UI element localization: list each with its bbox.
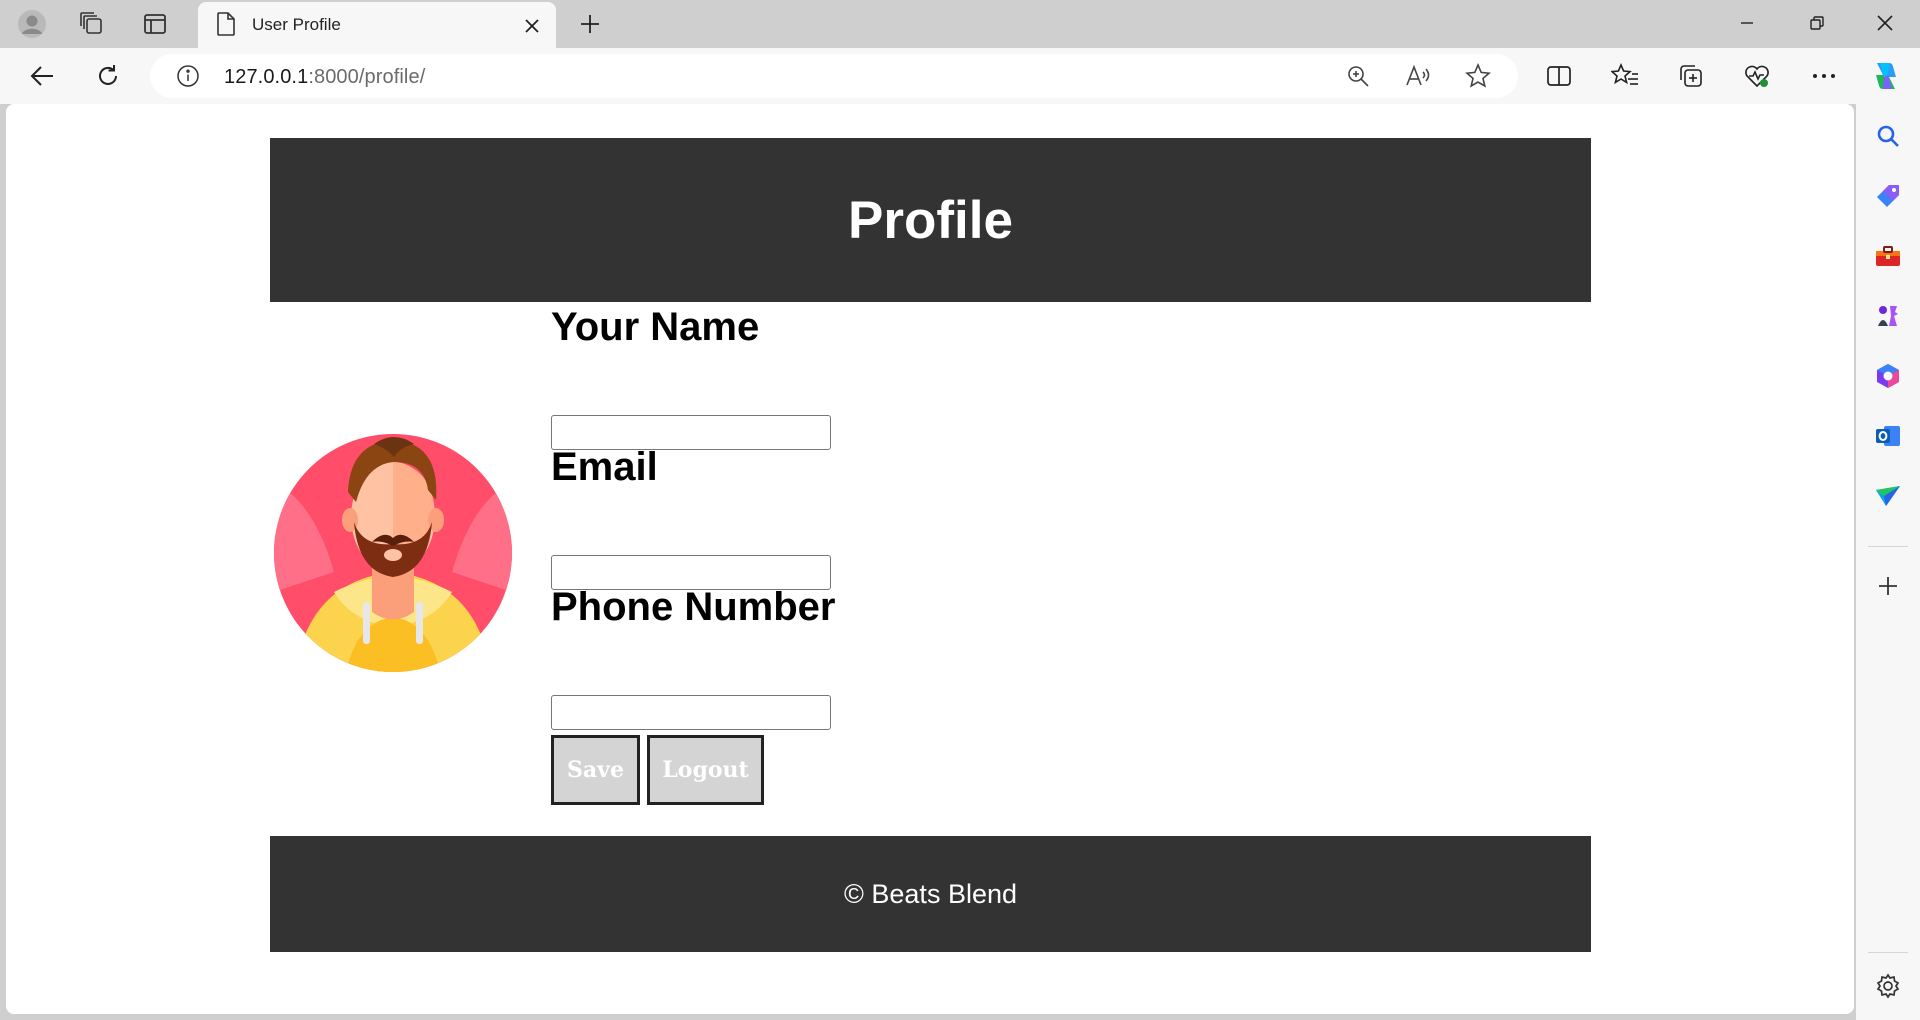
profile-avatar-image	[274, 422, 512, 672]
vertical-tabs-icon[interactable]	[137, 6, 173, 42]
phone-input[interactable]	[551, 695, 831, 730]
zoom-icon[interactable]	[1344, 62, 1372, 90]
collections-icon[interactable]	[1671, 56, 1711, 96]
active-tab[interactable]: User Profile	[198, 2, 556, 48]
read-aloud-icon[interactable]	[1404, 62, 1432, 90]
sidebar-divider	[1868, 546, 1908, 547]
microsoft365-icon[interactable]	[1872, 360, 1904, 392]
add-icon[interactable]	[1872, 570, 1904, 602]
split-screen-icon[interactable]	[1539, 56, 1579, 96]
tools-briefcase-icon[interactable]	[1872, 240, 1904, 272]
close-window-button[interactable]	[1852, 0, 1918, 46]
sidebar-divider	[1868, 952, 1908, 953]
browser-essentials-icon[interactable]	[1737, 56, 1777, 96]
copilot-icon[interactable]	[1866, 56, 1906, 96]
save-button[interactable]: Save	[551, 735, 640, 805]
tab-strip: User Profile	[0, 0, 1920, 48]
site-footer: © Beats Blend	[270, 836, 1591, 952]
close-icon[interactable]	[520, 14, 544, 38]
navigation-bar: 127.0.0.1:8000/profile/	[0, 48, 1920, 104]
back-button[interactable]	[22, 56, 62, 96]
tab-title: User Profile	[252, 15, 341, 34]
address-bar[interactable]: 127.0.0.1:8000/profile/	[150, 54, 1518, 98]
refresh-button[interactable]	[88, 56, 128, 96]
shopping-tag-icon[interactable]	[1872, 180, 1904, 212]
favorite-star-icon[interactable]	[1464, 62, 1492, 90]
email-label: Email	[551, 445, 658, 489]
page-viewport: Profile Your Name Email Phone Number Sav…	[6, 104, 1854, 1014]
minimize-button[interactable]	[1714, 0, 1780, 46]
profile-avatar-icon[interactable]	[14, 6, 50, 42]
search-icon[interactable]	[1872, 120, 1904, 152]
outlook-icon[interactable]	[1872, 420, 1904, 452]
games-chess-icon[interactable]	[1872, 300, 1904, 332]
name-label: Your Name	[551, 305, 760, 349]
url-text[interactable]: 127.0.0.1:8000/profile/	[224, 66, 425, 89]
favorites-icon[interactable]	[1605, 56, 1645, 96]
site-header: Profile	[270, 138, 1591, 302]
page-icon	[216, 12, 236, 41]
settings-gear-icon[interactable]	[1872, 970, 1904, 1002]
more-options-icon[interactable]	[1804, 56, 1844, 96]
logout-button[interactable]: Logout	[647, 735, 764, 805]
send-plane-icon[interactable]	[1872, 480, 1904, 512]
page-title: Profile	[848, 190, 1013, 250]
new-tab-button[interactable]	[572, 6, 608, 42]
site-info-icon[interactable]	[174, 62, 202, 90]
restore-button[interactable]	[1784, 0, 1850, 46]
workspaces-icon[interactable]	[74, 6, 110, 42]
phone-label: Phone Number	[551, 585, 836, 629]
edge-sidebar	[1856, 104, 1920, 1020]
footer-text: © Beats Blend	[844, 878, 1017, 909]
